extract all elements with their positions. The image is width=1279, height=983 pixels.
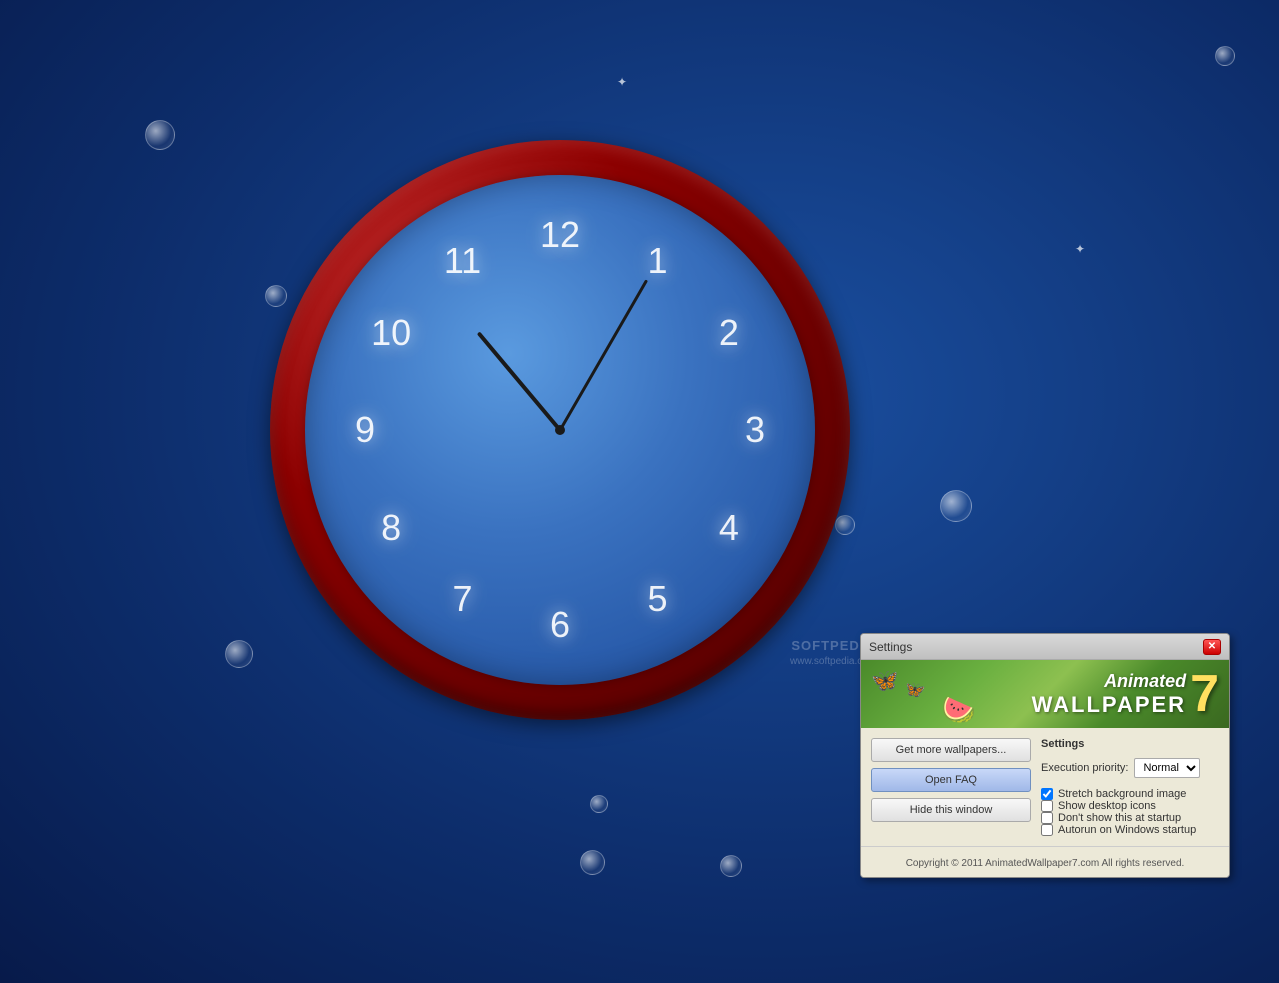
settings-titlebar: Settings ✕ [861, 634, 1229, 660]
bubble-6 [1215, 46, 1235, 66]
star-0: ✦ [617, 75, 627, 89]
checkbox-stretch[interactable] [1041, 788, 1053, 800]
hour-hand [477, 331, 562, 431]
checkbox-row-autorun: Autorun on Windows startup [1041, 824, 1219, 836]
get-more-wallpapers-button[interactable]: Get more wallpapers... [871, 738, 1031, 762]
settings-right-column: Settings Execution priority: NormalLowHi… [1041, 738, 1219, 836]
checkbox-row-no_startup: Don't show this at startup [1041, 812, 1219, 824]
checkbox-desktop_icons[interactable] [1041, 800, 1053, 812]
settings-body: Get more wallpapers... Open FAQ Hide thi… [861, 728, 1229, 846]
banner-number: 7 [1190, 668, 1219, 720]
bubble-3 [580, 850, 605, 875]
settings-panel: Settings ✕ 🦋 🦋 🍉 Animated WALLPAPER 7 Ge… [860, 633, 1230, 878]
banner-title: Animated WALLPAPER 7 [1032, 668, 1219, 720]
banner-text: Animated WALLPAPER [1032, 671, 1186, 718]
settings-banner: 🦋 🦋 🍉 Animated WALLPAPER 7 [861, 660, 1229, 728]
banner-butterfly2-icon: 🦋 [906, 680, 926, 700]
bubble-2 [225, 640, 253, 668]
footer-copyright: Copyright © 2011 AnimatedWallpaper7.com … [906, 858, 1185, 869]
star-4: ✦ [1075, 242, 1085, 256]
checkbox-row-desktop_icons: Show desktop icons [1041, 800, 1219, 812]
checkbox-no_startup[interactable] [1041, 812, 1053, 824]
clock-container: 121234567891011 [270, 140, 850, 720]
open-faq-button[interactable]: Open FAQ [871, 768, 1031, 792]
settings-left-column: Get more wallpapers... Open FAQ Hide thi… [871, 738, 1031, 836]
priority-select[interactable]: NormalLowHigh [1134, 758, 1200, 778]
checkbox-label-stretch: Stretch background image [1058, 788, 1186, 800]
bubble-0 [145, 120, 175, 150]
settings-title-label: Settings [869, 640, 912, 654]
checkboxes-container: Stretch background imageShow desktop ico… [1041, 788, 1219, 836]
close-button[interactable]: ✕ [1203, 639, 1221, 655]
priority-label: Execution priority: [1041, 762, 1128, 774]
checkbox-label-autorun: Autorun on Windows startup [1058, 824, 1196, 836]
priority-row: Execution priority: NormalLowHigh [1041, 758, 1219, 778]
bubble-5 [940, 490, 972, 522]
checkbox-row-stretch: Stretch background image [1041, 788, 1219, 800]
banner-watermelon-icon: 🍉 [941, 693, 976, 726]
hide-window-button[interactable]: Hide this window [871, 798, 1031, 822]
center-dot [555, 425, 565, 435]
banner-line2: WALLPAPER [1032, 692, 1186, 718]
minute-hand [559, 280, 648, 431]
checkbox-label-no_startup: Don't show this at startup [1058, 812, 1181, 824]
bubble-4 [720, 855, 742, 877]
settings-footer: Copyright © 2011 AnimatedWallpaper7.com … [861, 846, 1229, 877]
banner-butterfly-icon: 🦋 [871, 668, 898, 694]
clock-face: 121234567891011 [305, 175, 815, 685]
clock-hands [333, 203, 787, 657]
bubble-9 [590, 795, 608, 813]
settings-section-label: Settings [1041, 738, 1219, 750]
banner-line1: Animated [1032, 671, 1186, 692]
checkbox-autorun[interactable] [1041, 824, 1053, 836]
checkbox-label-desktop_icons: Show desktop icons [1058, 800, 1156, 812]
